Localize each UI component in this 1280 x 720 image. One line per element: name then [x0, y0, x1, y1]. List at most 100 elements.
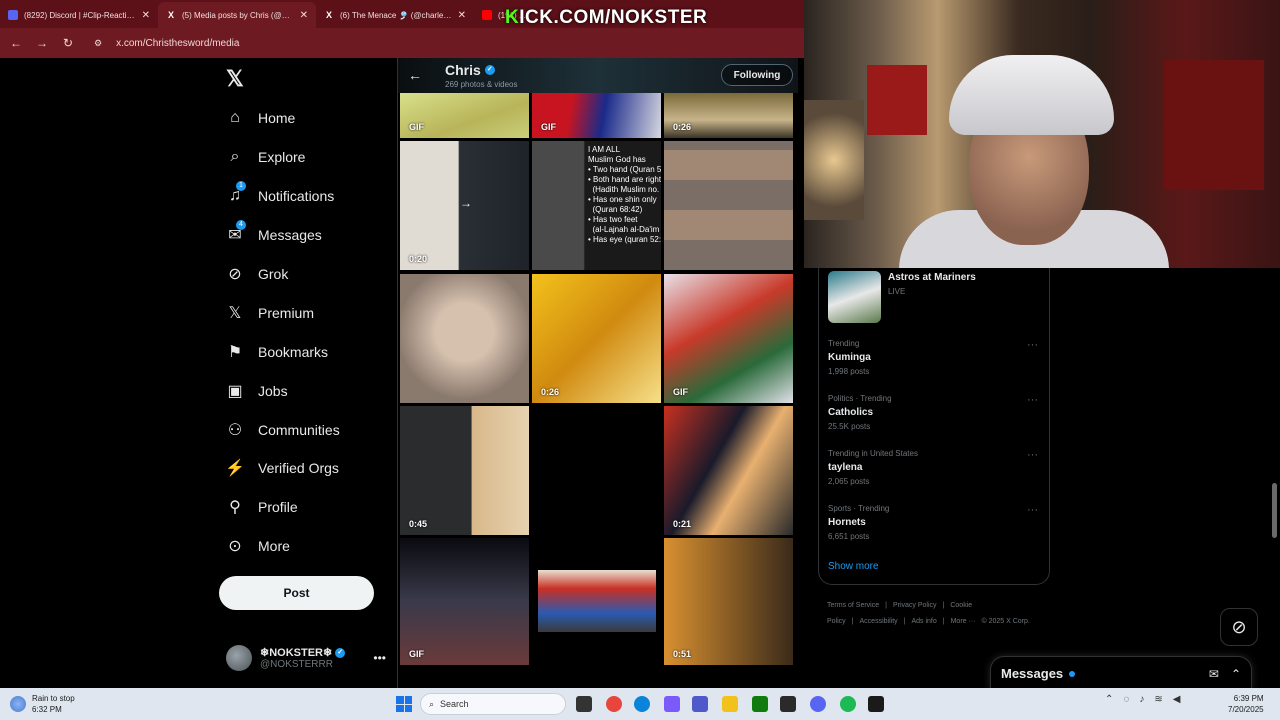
media-tile[interactable]: 0:45	[400, 406, 529, 535]
media-tile[interactable]: 0:26	[664, 93, 793, 138]
account-switcher[interactable]: ❄NOKSTER❄ ✓ @NOKSTERRR •••	[226, 640, 386, 676]
more-options-icon[interactable]: ···	[1027, 339, 1038, 351]
weather-widget[interactable]: Rain to stop 6:32 PM	[10, 693, 75, 715]
nav-item-messages[interactable]: ✉ 4 Messages	[226, 220, 322, 247]
media-tile[interactable]: 0:51	[664, 538, 793, 665]
close-tab-icon[interactable]: ✕	[142, 10, 150, 21]
nav-item-bookmarks[interactable]: ⚑ Bookmarks	[226, 340, 328, 364]
clock-date: 7/20/2025	[1228, 705, 1264, 714]
webcam-overlay	[804, 0, 1280, 268]
event-title[interactable]: Astros at Mariners	[888, 272, 976, 283]
weather-text: Rain to stop	[32, 694, 75, 703]
media-tile[interactable]: 0:21	[664, 406, 793, 535]
media-tile[interactable]: GIF	[400, 93, 529, 138]
post-button[interactable]: Post	[219, 576, 374, 610]
taskbar-search[interactable]: ⌕ Search	[420, 693, 566, 715]
people-icon: ⚇	[227, 422, 243, 439]
footer-link[interactable]: Accessibility	[860, 618, 898, 625]
footer-link[interactable]: Ads info	[911, 618, 936, 625]
close-tab-icon[interactable]: ✕	[458, 10, 466, 21]
nav-item-notifications[interactable]: ♫ 1 Notifications	[226, 181, 334, 208]
footer-link[interactable]: Terms of Service	[827, 602, 879, 609]
media-tile[interactable]: GIF	[400, 538, 529, 665]
browser-tab-chris-media[interactable]: X (5) Media posts by Chris (@Christheswo…	[158, 2, 316, 28]
footer-link[interactable]: More ···	[951, 618, 976, 625]
nav-item-label: Bookmarks	[258, 344, 329, 360]
start-button[interactable]	[396, 696, 412, 712]
messages-drawer[interactable]: Messages ✉ ⌃	[990, 656, 1252, 690]
trend-item[interactable]: Trending Kuminga 1,998 posts ···	[828, 339, 1042, 376]
account-more-icon[interactable]: •••	[373, 651, 386, 665]
reload-icon[interactable]: ↻	[62, 36, 74, 50]
video-duration: 0:51	[673, 649, 692, 659]
forward-icon[interactable]: →	[36, 36, 48, 50]
scrollbar[interactable]	[1272, 483, 1277, 538]
show-more-link[interactable]: Show more	[828, 561, 879, 572]
discord-icon[interactable]	[810, 696, 826, 712]
media-tile[interactable]: 0:26	[532, 274, 661, 403]
messages-drawer-title: Messages	[1001, 666, 1064, 681]
footer-link[interactable]: Privacy Policy	[893, 602, 937, 609]
media-tile[interactable]	[664, 141, 793, 270]
nav-item-premium[interactable]: 𝕏 Premium	[226, 301, 314, 325]
media-tile[interactable]	[532, 406, 661, 535]
edge-icon[interactable]	[634, 696, 650, 712]
back-arrow-icon[interactable]: ←	[408, 67, 422, 83]
nav-item-verified-orgs[interactable]: ⚡ Verified Orgs	[225, 456, 339, 480]
media-tile[interactable]	[538, 570, 656, 632]
media-tile[interactable]: GIF	[664, 274, 793, 403]
nav-item-grok[interactable]: ⊘ Grok	[226, 262, 288, 286]
media-tile[interactable]: I AM ALL Muslim God has • Two hand (Qura…	[532, 141, 661, 270]
teams-icon[interactable]	[692, 696, 708, 712]
back-icon[interactable]: ←	[10, 36, 22, 50]
xbox-icon[interactable]	[752, 696, 768, 712]
grok-floating-icon[interactable]: ⊘	[1220, 608, 1258, 646]
compose-message-icon[interactable]: ✉	[1209, 667, 1219, 681]
following-button[interactable]: Following	[721, 64, 793, 86]
chrome-icon[interactable]	[606, 696, 622, 712]
nav-item-label: Grok	[258, 266, 289, 282]
task-view-icon[interactable]	[576, 696, 592, 712]
file-explorer-icon[interactable]	[722, 696, 738, 712]
obs-icon[interactable]	[868, 696, 884, 712]
media-tile[interactable]: → 0:20	[400, 141, 529, 270]
nav-item-communities[interactable]: ⚇ Communities	[226, 418, 340, 442]
browser-tab-menace[interactable]: X (6) The Menace 🎐 (@charlestoneq) ✕	[316, 2, 474, 28]
browser-tab-discord[interactable]: (8292) Discord | #Clip-Reactions ✕	[0, 2, 158, 28]
spotify-icon[interactable]	[840, 696, 856, 712]
nav-item-profile[interactable]: ⚲ Profile	[226, 495, 298, 519]
system-clock[interactable]: 6:39 PM 7/20/2025	[1228, 693, 1264, 715]
nav-item-jobs[interactable]: ▣ Jobs	[226, 379, 287, 403]
event-thumbnail[interactable]	[828, 271, 881, 323]
network-icon[interactable]: ◌	[1123, 694, 1129, 705]
nav-item-home[interactable]: ⌂ Home	[226, 106, 295, 130]
more-options-icon[interactable]: ···	[1027, 504, 1038, 516]
x-icon: 𝕏	[228, 305, 242, 322]
x-logo-icon[interactable]: 𝕏	[226, 66, 244, 92]
nav-item-label: Verified Orgs	[258, 460, 339, 476]
volume-icon[interactable]: ◀	[1173, 694, 1181, 705]
copilot-icon[interactable]	[664, 696, 680, 712]
site-info-icon[interactable]: ⚙	[94, 38, 102, 49]
tray-overflow-icon[interactable]: ⌃	[1105, 694, 1113, 705]
trend-post-count: 1,998 posts	[828, 367, 870, 376]
close-tab-icon[interactable]: ✕	[300, 10, 308, 21]
app-icon[interactable]	[780, 696, 796, 712]
media-tile[interactable]: GIF	[532, 93, 661, 138]
trend-item[interactable]: Sports · Trending Hornets 6,651 posts ···	[828, 504, 1042, 541]
nav-item-explore[interactable]: ⌕ Explore	[226, 145, 306, 169]
trend-post-count: 2,065 posts	[828, 477, 870, 486]
trend-item[interactable]: Trending in United States taylena 2,065 po…	[828, 449, 1042, 486]
url-field[interactable]: x.com/Christhesword/media	[116, 38, 239, 49]
more-options-icon[interactable]: ···	[1027, 394, 1038, 406]
more-options-icon[interactable]: ···	[1027, 449, 1038, 461]
media-tile[interactable]	[400, 274, 529, 403]
expand-drawer-icon[interactable]: ⌃	[1231, 667, 1241, 681]
mic-icon[interactable]: ♪	[1139, 694, 1144, 705]
nav-item-more[interactable]: ⊙ More	[226, 534, 290, 558]
wifi-icon[interactable]: ≋	[1154, 694, 1162, 705]
trend-name: Hornets	[828, 517, 866, 528]
trend-item[interactable]: Politics · Trending Catholics 25.5K posts ·…	[828, 394, 1042, 431]
gif-badge: GIF	[673, 387, 688, 397]
footer-separator: |	[851, 618, 854, 625]
